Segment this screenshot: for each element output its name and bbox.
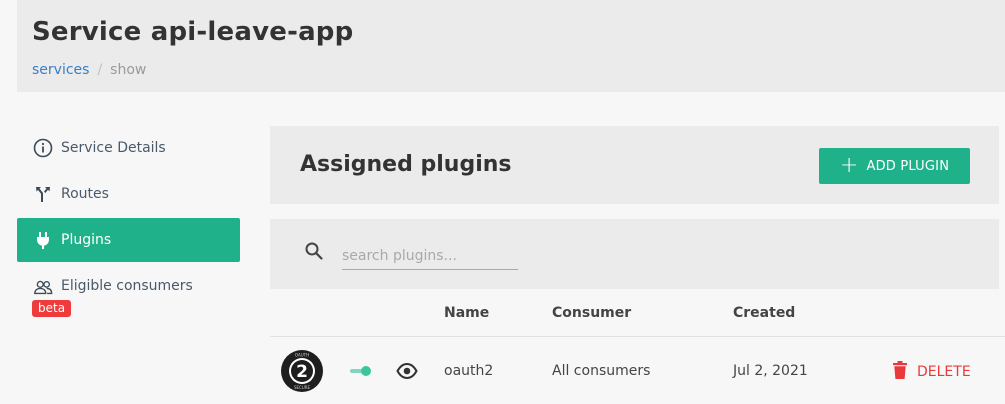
breadcrumb-separator: /: [97, 62, 103, 78]
breadcrumb: services / show: [32, 62, 146, 78]
trash-icon: [892, 360, 908, 384]
sidebar-item-label: Eligible consumers: [61, 278, 193, 294]
page-title: Service api-leave-app: [32, 17, 354, 47]
add-plugin-button[interactable]: + ADD PLUGIN: [819, 148, 970, 184]
plugin-enabled-toggle[interactable]: [350, 365, 372, 377]
plug-icon: [33, 230, 53, 250]
sidebar-item-service-details[interactable]: Service Details: [17, 126, 240, 170]
sidebar-item-plugins[interactable]: Plugins: [17, 218, 240, 262]
plugins-table: Name Consumer Created 2 OAUTH SECURE oau…: [270, 289, 1005, 404]
assigned-plugins-header: Assigned plugins + ADD PLUGIN: [270, 126, 999, 204]
sidebar-item-routes[interactable]: Routes: [17, 172, 240, 216]
sidebar-item-label: Plugins: [61, 232, 112, 248]
sidebar: Service Details Routes Plugins Eligible …: [17, 126, 240, 326]
plugin-name[interactable]: oauth2: [444, 363, 493, 379]
svg-text:SECURE: SECURE: [294, 385, 311, 390]
routes-icon: [33, 184, 53, 204]
add-plugin-label: ADD PLUGIN: [866, 158, 950, 174]
search-bar: [270, 219, 999, 289]
section-title: Assigned plugins: [300, 152, 512, 177]
delete-label: DELETE: [917, 364, 971, 380]
sidebar-item-label: Routes: [61, 186, 109, 202]
plus-icon: +: [839, 153, 859, 178]
info-icon: [33, 138, 53, 158]
eye-icon[interactable]: [396, 360, 418, 386]
column-header-consumer[interactable]: Consumer: [552, 305, 631, 321]
delete-plugin-button[interactable]: DELETE: [892, 360, 971, 384]
beta-badge: beta: [32, 300, 72, 317]
breadcrumb-current: show: [110, 62, 147, 78]
page-header: Service api-leave-app services / show: [17, 0, 1005, 92]
search-plugins-input[interactable]: [342, 242, 518, 270]
svg-text:OAUTH: OAUTH: [295, 353, 309, 358]
oauth2-plugin-icon: 2 OAUTH SECURE: [281, 350, 323, 392]
table-header: Name Consumer Created: [270, 289, 1005, 337]
svg-text:2: 2: [296, 362, 308, 382]
plugin-consumer: All consumers: [552, 363, 651, 379]
column-header-name[interactable]: Name: [444, 305, 489, 321]
plugin-created: Jul 2, 2021: [733, 363, 808, 379]
sidebar-item-label: Service Details: [61, 140, 166, 156]
search-icon: [304, 241, 324, 265]
users-icon: [33, 278, 53, 298]
column-header-created[interactable]: Created: [733, 305, 795, 321]
table-row: 2 OAUTH SECURE oauth2 All consumers Jul …: [270, 337, 1005, 404]
breadcrumb-services-link[interactable]: services: [32, 62, 89, 78]
sidebar-item-eligible-consumers[interactable]: Eligible consumers beta: [17, 264, 240, 324]
